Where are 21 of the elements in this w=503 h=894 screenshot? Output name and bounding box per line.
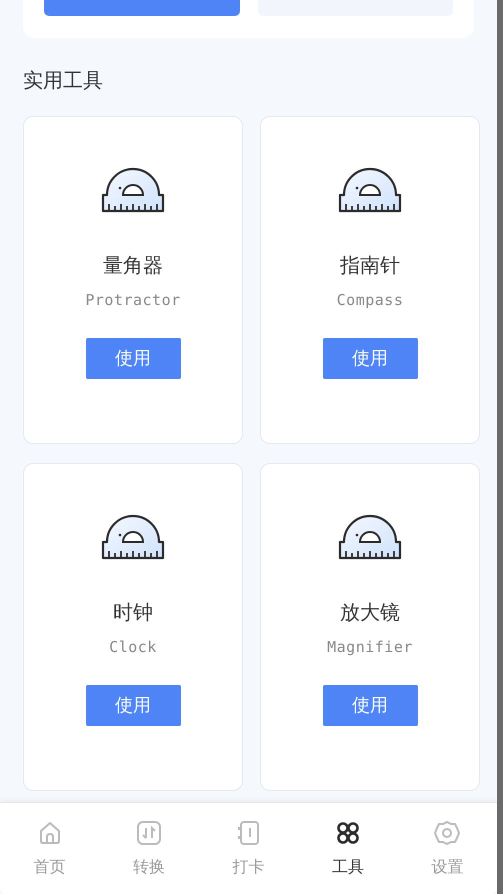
tool-name: 量角器	[103, 253, 163, 277]
tool-subtitle: Clock	[109, 637, 157, 658]
use-button[interactable]: 使用	[86, 684, 180, 726]
use-button[interactable]: 使用	[86, 338, 180, 378]
tool-name: 放大镜	[340, 600, 400, 624]
section-title: 实用工具	[23, 68, 104, 92]
tool-name: 时钟	[113, 600, 153, 624]
nav-tab[interactable]: 首页	[0, 803, 100, 894]
settings-icon	[433, 819, 462, 847]
nav-tab[interactable]: 工具	[298, 803, 398, 894]
use-button[interactable]: 使用	[322, 684, 418, 726]
tool-subtitle: Protractor	[85, 290, 181, 311]
tool-name: 指南针	[340, 253, 400, 277]
nav-tab[interactable]: 设置	[398, 803, 498, 894]
convert-icon	[135, 819, 164, 847]
use-button[interactable]: 使用	[322, 338, 418, 378]
tool-subtitle: Magnifier	[327, 637, 413, 658]
nav-tab[interactable]: 转换	[99, 803, 199, 894]
tool-subtitle: Compass	[336, 290, 404, 311]
primary-button[interactable]	[44, 0, 240, 16]
nav-tab[interactable]: 打卡	[198, 803, 298, 894]
